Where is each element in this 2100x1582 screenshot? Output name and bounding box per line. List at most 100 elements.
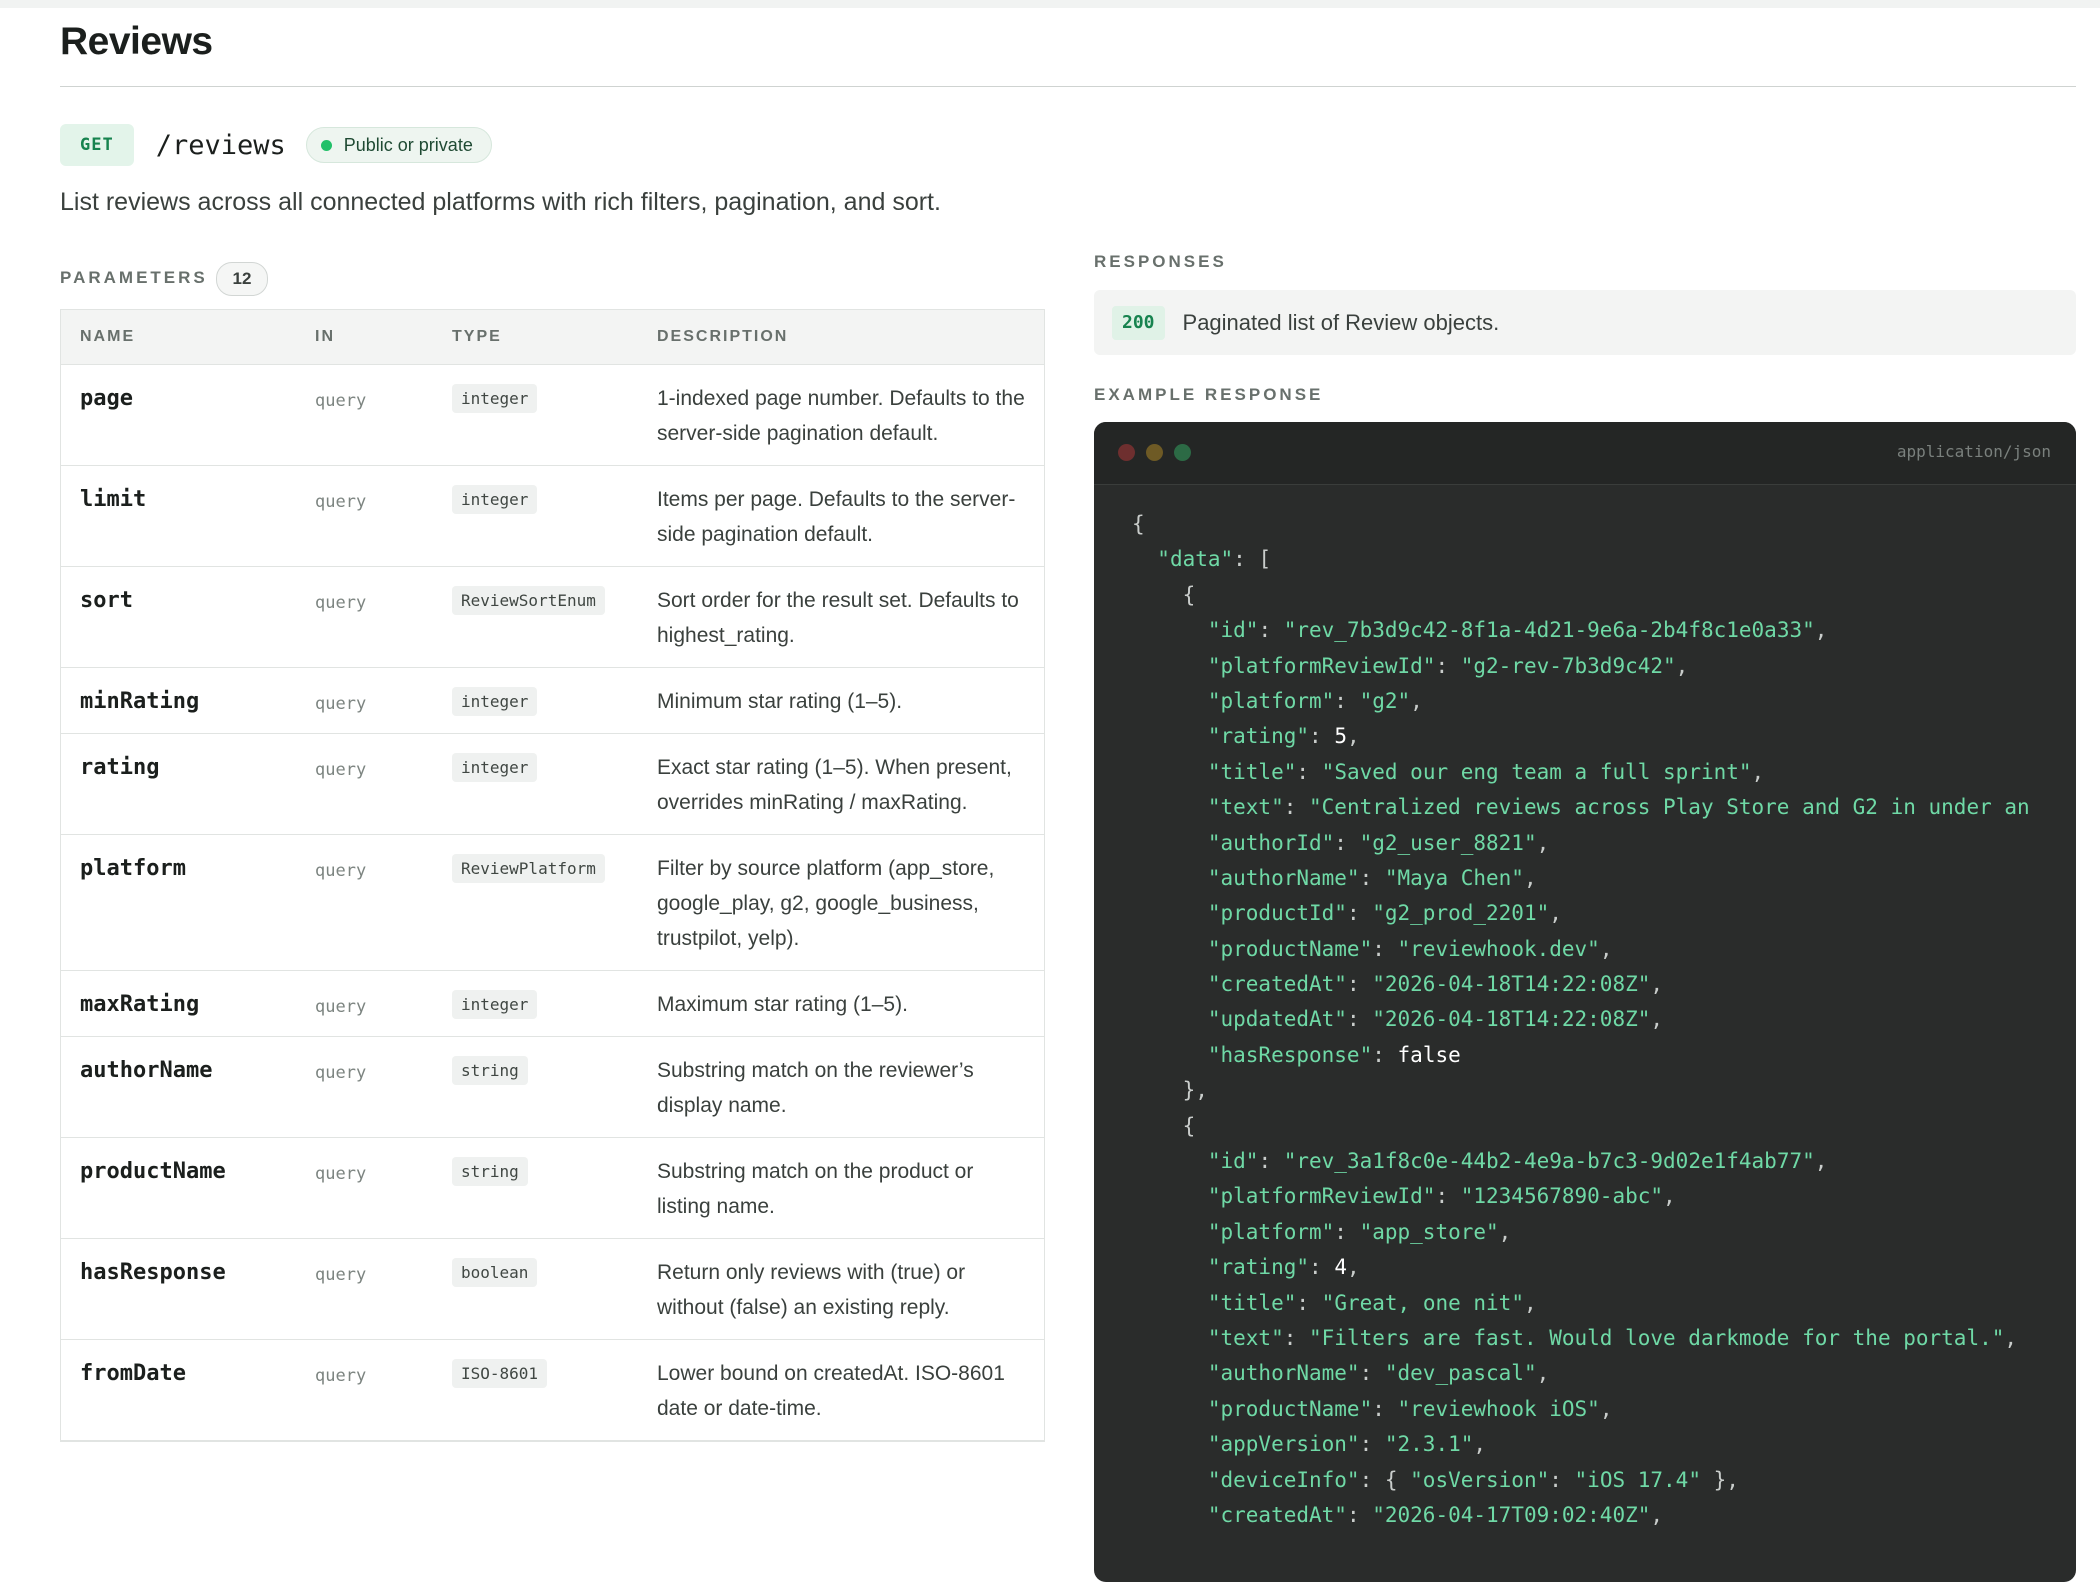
code-token: "Saved our eng team a full sprint" <box>1321 759 1752 784</box>
code-token: , <box>1473 1432 1487 1457</box>
parameter-type-cell: integer <box>452 384 657 451</box>
code-token: , <box>1410 688 1423 713</box>
parameter-description-cell: Sort order for the result set. Defaults … <box>657 586 1044 653</box>
parameter-description: 1-indexed page number. Defaults to the s… <box>657 387 1025 445</box>
parameter-type: ReviewPlatform <box>452 854 605 883</box>
code-token: , <box>1675 653 1689 678</box>
code-token: : <box>1309 724 1335 749</box>
parameter-description-cell: Exact star rating (1–5). When present, o… <box>657 753 1044 820</box>
code-line: "hasResponse": false <box>1132 1038 2076 1073</box>
parameter-description: Substring match on the product or listin… <box>657 1160 974 1218</box>
parameter-row: minRating query integer Minimum star rating… <box>61 668 1044 734</box>
code-token: "productName" <box>1207 936 1373 961</box>
code-token: "authorName" <box>1207 1361 1360 1386</box>
parameter-description-cell: Return only reviews with (true) or witho… <box>657 1258 1044 1325</box>
parameter-name: limit <box>80 487 147 512</box>
parameter-description: Minimum star rating (1–5). <box>657 690 903 713</box>
code-token: : <box>1283 795 1310 820</box>
parameter-name: sort <box>80 588 133 613</box>
parameter-description-cell: Items per page. Defaults to the server-s… <box>657 485 1044 552</box>
parameter-in-cell: query <box>315 384 452 451</box>
page-title: Reviews <box>60 20 213 63</box>
parameter-description-cell: Substring match on the product or listin… <box>657 1157 1044 1224</box>
parameter-location: query <box>315 861 367 881</box>
parameter-description-cell: Lower bound on createdAt. ISO-8601 date … <box>657 1359 1044 1426</box>
parameter-type: integer <box>452 687 538 716</box>
code-token: , <box>1346 1255 1360 1280</box>
code-line: "platform": "g2", <box>1132 684 2076 719</box>
code-token: , <box>1523 865 1537 890</box>
parameter-type-cell: ReviewPlatform <box>452 854 657 956</box>
code-token: : <box>1346 1502 1373 1527</box>
code-line: "data": [ <box>1132 542 2076 577</box>
responses-heading: RESPONSES <box>1094 252 1227 271</box>
code-token: "Centralized reviews across Play Store a… <box>1309 795 2030 820</box>
code-line: "id": "rev_7b3d9c42-8f1a-4d21-9e6a-2b4f8… <box>1132 613 2076 648</box>
code-token: "rating" <box>1207 724 1310 749</box>
parameter-type: integer <box>452 753 538 782</box>
code-token: "deviceInfo" <box>1207 1467 1360 1492</box>
parameter-in-cell: query <box>315 990 452 1022</box>
code-token: : <box>1296 759 1322 784</box>
code-panel-header: application/json <box>1094 422 2076 485</box>
parameter-type-cell: integer <box>452 990 657 1022</box>
parameter-name-cell: fromDate <box>61 1359 315 1426</box>
code-token: : <box>1346 972 1373 997</box>
parameter-description-cell: Maximum star rating (1–5). <box>657 990 1044 1022</box>
code-token: false <box>1397 1042 1461 1067</box>
code-token: , <box>1650 1007 1664 1032</box>
code-token: , <box>1751 759 1765 784</box>
code-token: , <box>1599 1396 1613 1421</box>
code-token: , <box>1663 1184 1676 1209</box>
parameter-row: limit query integer Items per page. Default… <box>61 466 1044 567</box>
code-line: { <box>1132 578 2076 613</box>
endpoint-path: /reviews <box>155 129 286 161</box>
code-token: "createdAt" <box>1207 972 1347 997</box>
code-token: , <box>1346 724 1360 749</box>
code-line: "deviceInfo": { "osVersion": "iOS 17.4" … <box>1132 1463 2076 1498</box>
code-token: : <box>1372 936 1398 961</box>
parameter-type: string <box>452 1056 528 1085</box>
code-line: }, <box>1132 1073 2076 1108</box>
code-token: : <box>1346 901 1373 926</box>
code-token: "g2_prod_2201" <box>1372 901 1550 926</box>
code-token: "authorName" <box>1207 865 1360 890</box>
code-token: "Filters are fast. Would love darkmode f… <box>1309 1325 2005 1350</box>
visibility-badge: Public or private <box>305 127 492 163</box>
code-token: "platform" <box>1207 688 1335 713</box>
code-token: , <box>1814 618 1828 643</box>
code-token: : <box>1346 1007 1373 1032</box>
code-token: "g2_user_8821" <box>1359 830 1537 855</box>
parameter-name: maxRating <box>80 992 200 1017</box>
code-token: "platformReviewId" <box>1207 1184 1436 1209</box>
parameter-name-cell: limit <box>61 485 315 552</box>
code-token: : <box>1309 1255 1335 1280</box>
example-response-heading: EXAMPLE RESPONSE <box>1094 385 1324 404</box>
parameter-name: rating <box>80 755 160 780</box>
code-token: "2026-04-17T09:02:40Z" <box>1372 1502 1651 1527</box>
parameter-name-cell: minRating <box>61 687 315 719</box>
parameters-heading: PARAMETERS <box>60 268 208 287</box>
code-token: "title" <box>1207 759 1297 784</box>
code-token: }, <box>1700 1467 1739 1492</box>
parameter-name-cell: rating <box>61 753 315 820</box>
column-header-in: IN <box>315 328 335 345</box>
parameter-type-cell: integer <box>452 753 657 820</box>
parameters-table: NAME IN TYPE DESCRIPTION page query intege… <box>60 309 1045 1442</box>
parameter-type: integer <box>452 485 538 514</box>
parameter-in-cell: query <box>315 1056 452 1123</box>
parameter-row: maxRating query integer Maximum star rating… <box>61 971 1044 1037</box>
code-token: "app_store" <box>1359 1219 1499 1244</box>
code-token: , <box>1599 936 1613 961</box>
code-token: "g2-rev-7b3d9c42" <box>1460 653 1676 678</box>
code-token: "g2" <box>1359 688 1411 713</box>
